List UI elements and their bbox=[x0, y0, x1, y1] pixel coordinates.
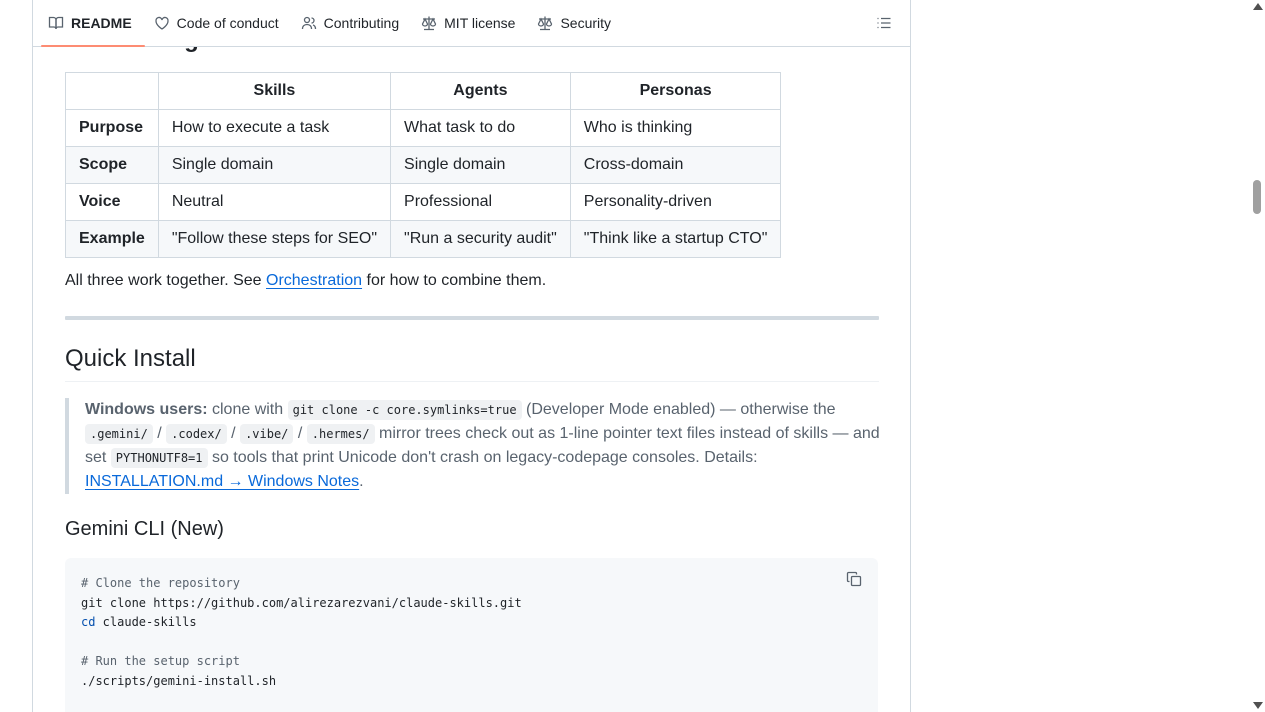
orchestration-link[interactable]: Orchestration bbox=[266, 272, 362, 289]
tab-contributing[interactable]: Contributing bbox=[290, 0, 411, 46]
row-heading: Scope bbox=[65, 146, 159, 184]
code-line: git clone https://github.com/alirezarezv… bbox=[81, 595, 522, 610]
table-row: Example "Follow these steps for SEO" "Ru… bbox=[65, 220, 782, 258]
page: README Code of conduct Contributing MIT … bbox=[0, 0, 1265, 712]
quick-install-heading: Quick Install bbox=[65, 345, 196, 372]
table-cell: Professional bbox=[390, 183, 571, 221]
row-heading: Purpose bbox=[65, 109, 159, 147]
table-cell: How to execute a task bbox=[157, 109, 392, 147]
heading-underline bbox=[65, 381, 879, 382]
tab-label: Security bbox=[560, 15, 612, 31]
readme-panel: README Code of conduct Contributing MIT … bbox=[32, 0, 911, 712]
table-cell: Single domain bbox=[157, 146, 392, 184]
tab-label: Contributing bbox=[323, 15, 400, 31]
scroll-up-arrow-icon[interactable] bbox=[1253, 3, 1263, 10]
code-block[interactable]: # Clone the repository git clone https:/… bbox=[65, 558, 878, 712]
note-text: / bbox=[226, 425, 241, 442]
tab-security[interactable]: Security bbox=[526, 0, 622, 46]
gemini-cli-heading: Gemini CLI (New) bbox=[65, 518, 224, 540]
inline-code: .codex/ bbox=[166, 424, 227, 444]
comparison-table: Skills Agents Personas Purpose How to ex… bbox=[65, 72, 782, 258]
code-line: ./scripts/gemini-install.sh bbox=[81, 673, 277, 688]
horizontal-rule bbox=[65, 316, 879, 320]
table-cell: Neutral bbox=[157, 183, 392, 221]
tab-label: MIT license bbox=[444, 15, 516, 31]
list-unordered-icon bbox=[877, 17, 891, 29]
note-text: (Developer Mode enabled) — otherwise the bbox=[521, 401, 836, 418]
table-cell: Single domain bbox=[390, 146, 571, 184]
tab-label: Code of conduct bbox=[176, 15, 279, 31]
table-header-cell: Agents bbox=[390, 72, 571, 110]
inline-code: .vibe/ bbox=[240, 424, 294, 444]
installation-link[interactable]: INSTALLATION.md → Windows Notes bbox=[85, 473, 359, 490]
table-cell: Personality-driven bbox=[569, 183, 782, 221]
table-cell: Who is thinking bbox=[569, 109, 782, 147]
code-content: # Clone the repository git clone https:/… bbox=[65, 558, 878, 707]
tab-label: README bbox=[71, 15, 132, 31]
table-cell: What task to do bbox=[390, 109, 571, 147]
inline-code: PYTHONUTF8=1 bbox=[110, 448, 208, 468]
row-heading: Voice bbox=[65, 183, 159, 221]
table-header-row: Skills Agents Personas bbox=[65, 72, 782, 110]
code-keyword: cd bbox=[81, 615, 96, 629]
note-text: clone with bbox=[207, 401, 288, 418]
scrollbar-thumb[interactable] bbox=[1253, 180, 1261, 214]
code-comment: # Clone the repository bbox=[81, 576, 240, 590]
scrollbar[interactable] bbox=[1249, 0, 1265, 712]
para-text: All three work together. See bbox=[65, 272, 266, 289]
table-header-cell bbox=[65, 72, 159, 110]
copy-icon bbox=[846, 571, 862, 587]
table-row: Purpose How to execute a task What task … bbox=[65, 109, 782, 147]
summary-paragraph: All three work together. See Orchestrati… bbox=[65, 272, 546, 290]
inline-code: git clone -c core.symlinks=true bbox=[287, 400, 522, 420]
people-icon bbox=[301, 16, 316, 30]
scroll-down-arrow-icon[interactable] bbox=[1253, 702, 1263, 709]
row-heading: Example bbox=[65, 220, 159, 258]
tab-code-of-conduct[interactable]: Code of conduct bbox=[143, 0, 290, 46]
windows-note-blockquote: Windows users: clone with git clone -c c… bbox=[65, 398, 885, 494]
inline-code: .gemini/ bbox=[85, 424, 153, 444]
para-text: for how to combine them. bbox=[362, 272, 547, 289]
heart-icon bbox=[155, 16, 169, 30]
table-cell: "Think like a startup CTO" bbox=[569, 220, 782, 258]
note-text: so tools that print Unicode don't crash … bbox=[207, 449, 758, 466]
table-cell: "Follow these steps for SEO" bbox=[157, 220, 392, 258]
note-text: . bbox=[359, 473, 364, 490]
tab-readme[interactable]: README bbox=[33, 0, 145, 47]
book-icon bbox=[48, 16, 64, 30]
tab-mit-license[interactable]: MIT license bbox=[410, 0, 526, 46]
table-header-cell: Skills bbox=[157, 72, 392, 110]
note-bold-label: Windows users: bbox=[85, 401, 208, 418]
note-text: / bbox=[152, 425, 167, 442]
copy-button[interactable] bbox=[846, 571, 864, 589]
outline-button[interactable] bbox=[876, 15, 894, 31]
readme-tab-bar: README Code of conduct Contributing MIT … bbox=[33, 0, 910, 47]
scale-icon bbox=[421, 16, 437, 31]
note-text: / bbox=[293, 425, 307, 442]
table-row: Voice Neutral Professional Personality-d… bbox=[65, 183, 782, 221]
table-row: Scope Single domain Single domain Cross-… bbox=[65, 146, 782, 184]
table-header-cell: Personas bbox=[569, 72, 782, 110]
scale-icon bbox=[538, 16, 553, 31]
inline-code: .hermes/ bbox=[306, 424, 375, 444]
table-cell: "Run a security audit" bbox=[390, 220, 571, 258]
code-line: claude-skills bbox=[95, 615, 197, 629]
code-comment: # Run the setup script bbox=[81, 654, 240, 668]
table-cell: Cross-domain bbox=[569, 146, 782, 184]
